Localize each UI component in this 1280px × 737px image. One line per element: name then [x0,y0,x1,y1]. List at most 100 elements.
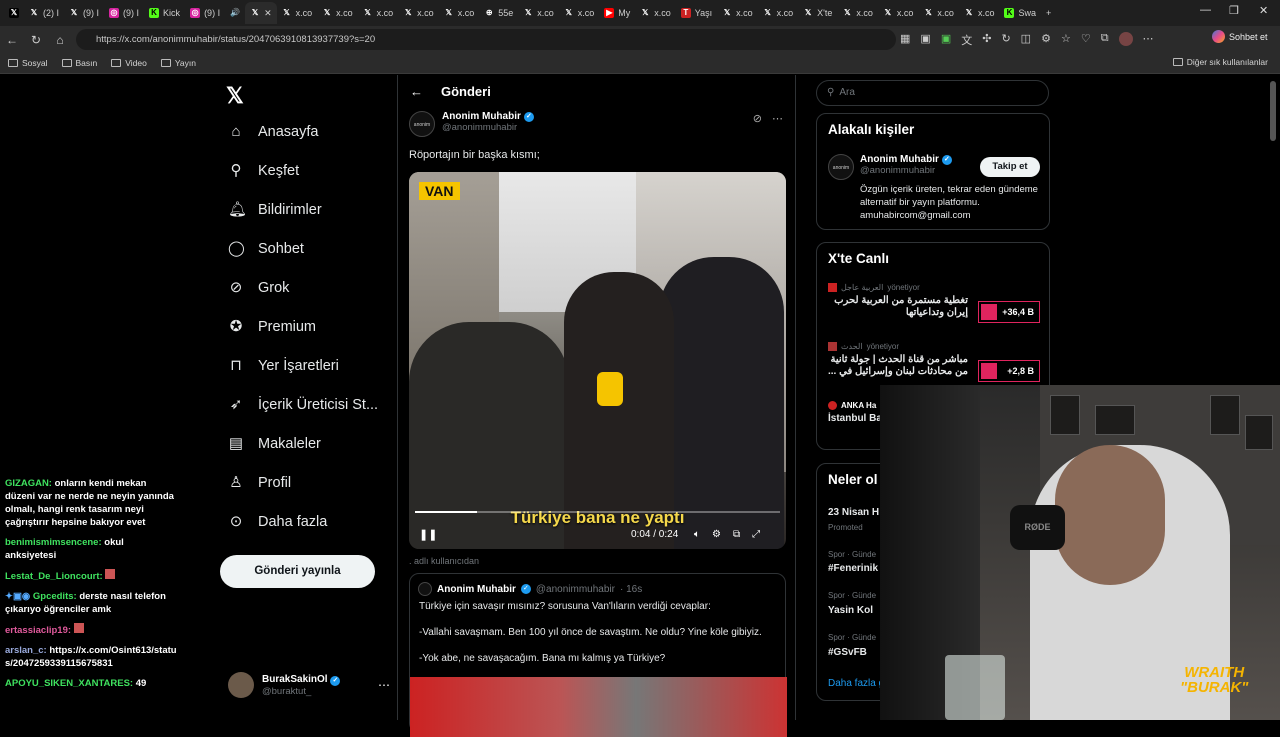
nav-chat[interactable]: ◯ Sohbet [228,241,304,258]
nav-profile[interactable]: ♙ Profil [228,475,291,492]
fullscreen-icon[interactable]: ⤢ [752,529,760,540]
tab-21[interactable]: 𝕏 X'te [798,2,837,24]
tab-18[interactable]: T Yaşı [676,2,717,24]
nav-grok[interactable]: ⊘ Grok [228,280,290,297]
tab-20[interactable]: 𝕏x.co [758,2,799,24]
tab-1[interactable]: 𝕏 (2) I [24,2,64,24]
tab-25[interactable]: 𝕏x.co [959,2,1000,24]
related-person[interactable]: Anonim Muhabir ✓ @anonimmuhabir [860,154,952,176]
maximize-icon[interactable]: ❐ [1229,4,1239,17]
settings-icon[interactable]: ⚙ [1041,32,1051,48]
search-icon: ⚲ [230,162,242,179]
settings-icon[interactable]: ⚙ [712,529,721,540]
heart-icon[interactable]: ♡ [1081,32,1091,48]
favorites-icon[interactable]: ☆ [1061,32,1071,48]
tab-10[interactable]: 𝕏x.co [358,2,399,24]
post-button[interactable]: Gönderi yayınla [220,555,375,588]
collections-icon[interactable]: ⧉ [1101,32,1109,48]
trend-name[interactable]: 23 Nisan H [828,507,879,518]
tab-4[interactable]: K Kick [144,2,185,24]
extension-icon[interactable]: ▣ [941,32,951,48]
tab-label: X'te [817,8,833,18]
nav-premium[interactable]: ✪ Premium [228,319,316,336]
extension-icon[interactable]: ▦ [900,32,910,48]
volume-icon[interactable]: 🔈︎ [694,529,700,540]
chat-user: APOYU_SIKEN_XANTARES: [5,678,134,689]
bookmark-folder[interactable]: Sosyal [8,58,48,68]
video-progress-bar[interactable] [415,511,780,513]
nav-bookmarks[interactable]: ⊓ Yer İşaretleri [228,358,339,375]
copilot-button[interactable]: Sohbet et [1212,30,1268,43]
nav-notifications[interactable]: 🔔︎ Bildirimler [228,202,322,219]
nav-label: Keşfet [258,163,300,179]
search-input[interactable]: ⚲ Ara [816,80,1049,106]
tab-17[interactable]: 𝕏x.co [635,2,676,24]
tab-19[interactable]: 𝕏x.co [717,2,758,24]
translate-icon[interactable]: 文 [961,32,972,48]
chat-user: Gpcedits: [32,591,77,602]
bookmark-folder[interactable]: Basın [61,58,97,68]
page-scrollbar[interactable] [1270,81,1276,141]
pip-icon[interactable]: ⧉ [733,529,740,540]
tab-16[interactable]: ▶ My [599,2,635,24]
more-icon[interactable]: ⋯ [1143,32,1154,48]
tab-23[interactable]: 𝕏x.co [878,2,919,24]
tab-3[interactable]: ◎ (9) I [104,2,144,24]
trend-name[interactable]: Yasin Kol [828,605,873,616]
nav-creator-studio[interactable]: ➶ İçerik Üreticisi St... [228,397,378,414]
split-icon[interactable]: ◫ [1021,32,1031,48]
tab-7[interactable]: 𝕏 ✕ [245,2,277,24]
quoted-post[interactable]: Anonim Muhabir ✓ @anonimmuhabir · 16s Tü… [409,573,787,737]
tab-5[interactable]: ◎ (9) I [185,2,225,24]
tab-2[interactable]: 𝕏 (9) I [64,2,104,24]
x-logo-icon[interactable]: 𝕏 [226,83,244,109]
video-player[interactable]: VAN Türkiye bana ne yaptı ❚❚ 0:04 / 0:24… [409,172,786,549]
bookmark-folder[interactable]: Video [111,58,147,68]
reload-icon[interactable]: ↻ [24,33,48,47]
live-item[interactable]: الحدث yönetiyor مباشر من قناة الحدث | جول… [828,342,1040,382]
nav-more[interactable]: ⊙ Daha fazla [228,514,328,531]
tab-13[interactable]: ⊕ 55e [479,2,518,24]
tab-12[interactable]: 𝕏x.co [439,2,480,24]
more-icon[interactable]: ⋯ [772,112,783,125]
post-author[interactable]: anonim Anonim Muhabir ✓ @anonimmuhabir [409,111,534,137]
tab-22[interactable]: 𝕏x.co [837,2,878,24]
grok-icon[interactable]: ⊘ [753,112,762,125]
tab-9[interactable]: 𝕏x.co [317,2,358,24]
tab-26[interactable]: K Swa [999,2,1041,24]
close-window-icon[interactable]: ✕ [1259,4,1268,17]
trend-name[interactable]: #GSvFB [828,647,867,658]
extension-icon[interactable]: ✣ [982,32,991,48]
back-arrow-icon[interactable]: ← [410,84,423,99]
trend-name[interactable]: #Fenerinik [828,563,878,574]
more-icon[interactable]: ⋯ [378,678,390,692]
profile-avatar[interactable] [1118,32,1133,46]
nav-home[interactable]: ⌂ Anasayfa [228,124,318,141]
account-switcher[interactable]: BurakSakinOl ✓ @buraktut_ ⋯ [228,672,390,698]
nav-articles[interactable]: ▤ Makaleler [228,436,321,453]
live-source: العربية عاجل [841,283,884,292]
live-item[interactable]: العربية عاجل yönetiyor تغطية مستمرة من ال… [828,283,1040,323]
tab-15[interactable]: 𝕏x.co [559,2,600,24]
pause-icon[interactable]: ❚❚ [419,528,437,541]
back-icon[interactable]: ← [0,33,24,47]
follow-button[interactable]: Takip et [980,157,1040,177]
tab-14[interactable]: 𝕏x.co [518,2,559,24]
minimize-icon[interactable]: — [1200,4,1211,16]
nav-explore[interactable]: ⚲ Keşfet [228,162,300,180]
tab-0[interactable]: 𝕏 [4,2,24,24]
url-input[interactable]: https://x.com/anonimmuhabir/status/20470… [76,29,896,50]
video-scene [597,372,623,406]
tab-11[interactable]: 𝕏x.co [398,2,439,24]
post-text: Röportajın bir başka kısmı; [409,149,540,161]
new-tab-button[interactable]: + [1041,2,1056,24]
close-icon[interactable]: ✕ [264,8,272,19]
home-icon[interactable]: ⌂ [48,33,72,47]
tab-24[interactable]: 𝕏x.co [918,2,959,24]
tab-6[interactable]: 🔊 [225,2,245,24]
tab-8[interactable]: 𝕏x.co [277,2,318,24]
bookmark-folder[interactable]: Yayın [160,58,196,68]
extension-icon[interactable]: ▣ [920,32,930,48]
other-bookmarks[interactable]: Diğer sık kullanılanlar [1172,57,1268,67]
sync-icon[interactable]: ↻ [1001,32,1010,48]
